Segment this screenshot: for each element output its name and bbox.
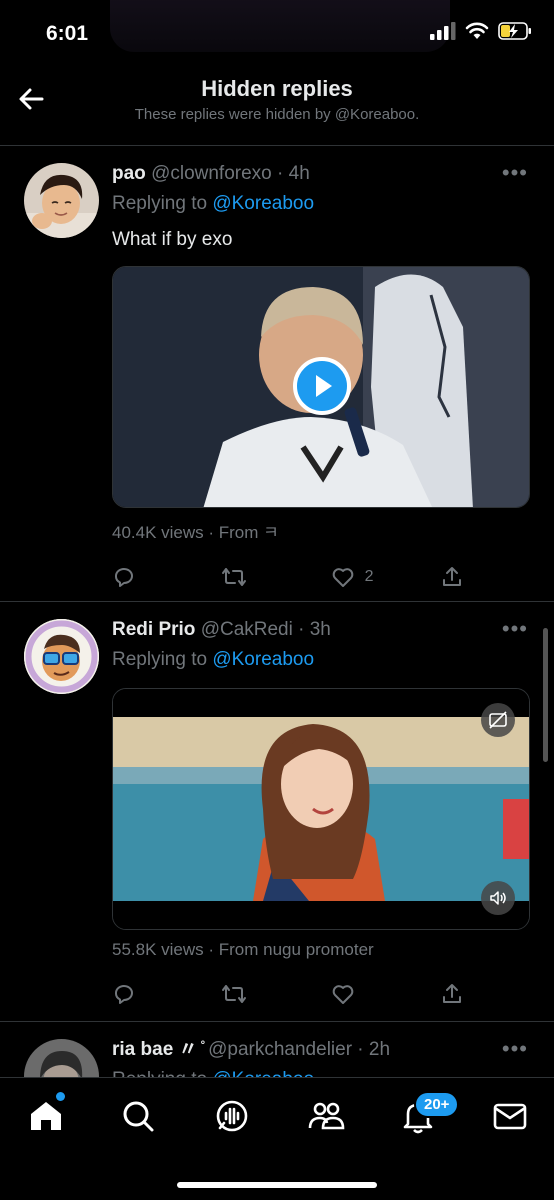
notifications-badge: 20+ [414, 1091, 460, 1118]
cellular-signal-icon [430, 22, 456, 40]
tweet[interactable]: ••• Redi Prio @CakRedi · 3h Replying to … [0, 602, 554, 1022]
home-icon[interactable] [26, 1096, 66, 1136]
retweet-action[interactable] [221, 565, 281, 589]
display-name[interactable]: ria bae [112, 1039, 173, 1060]
messages-envelope-icon[interactable] [490, 1096, 530, 1136]
avatar[interactable] [24, 163, 99, 238]
tweet-meta: pao @clownforexo · 4h [112, 162, 530, 186]
meta-separator: · [352, 1039, 369, 1060]
avatar-cartoon-icon [24, 619, 99, 694]
tweet-content: ria bae 〃 ̊ @parkchandelier · 2h Replyin… [112, 1038, 530, 1077]
status-time: 6:01 [46, 22, 89, 45]
like-action[interactable] [331, 982, 391, 1006]
avatar[interactable] [24, 619, 99, 694]
retweet-action[interactable] [221, 982, 281, 1006]
tweet-actions: 2 [112, 565, 464, 589]
avatar[interactable] [24, 1039, 99, 1077]
handle[interactable]: @parkchandelier [208, 1039, 352, 1060]
tweet-meta: ria bae 〃 ̊ @parkchandelier · 2h [112, 1038, 530, 1062]
communities-icon[interactable] [306, 1096, 346, 1136]
status-icons [430, 22, 532, 40]
bottom-tab-bar: 20+ [0, 1077, 554, 1200]
mention-link[interactable]: @Koreaboo [212, 649, 314, 670]
tweet[interactable]: ••• ria bae 〃 ̊ @parkchandelier · 2h Rep… [0, 1022, 554, 1077]
timestamp[interactable]: 4h [289, 163, 310, 184]
replying-to: Replying to @Koreaboo [112, 648, 530, 672]
page-title: Hidden replies [201, 76, 353, 101]
tweet-content: pao @clownforexo · 4h Replying to @Korea… [112, 162, 530, 589]
like-count: 2 [364, 568, 374, 585]
search-icon[interactable] [118, 1096, 158, 1136]
meta-separator: · [271, 163, 289, 184]
timestamp[interactable]: 2h [369, 1039, 390, 1060]
view-count[interactable]: 55.8K views · From nugu promoter [112, 940, 530, 960]
battery-charging-icon [498, 22, 531, 40]
play-icon [316, 375, 332, 397]
avatar-photo-icon [24, 1039, 99, 1077]
mention-link[interactable]: @Koreaboo [212, 193, 314, 214]
tweet-content: Redi Prio @CakRedi · 3h Replying to @Kor… [112, 618, 530, 1006]
reply-icon [115, 985, 133, 1004]
tweet-text: What if by exo [112, 229, 233, 250]
page-subtitle: These replies were hidden by @Koreaboo. [134, 106, 420, 123]
status-bar-backdrop [110, 0, 450, 52]
replying-prefix: Replying to [112, 1069, 212, 1077]
video-player[interactable] [112, 266, 530, 508]
display-name[interactable]: Redi Prio [112, 619, 195, 640]
share-icon [442, 984, 461, 1003]
replying-to: Replying to @Koreaboo [112, 1068, 530, 1077]
home-indicator[interactable] [177, 1182, 377, 1188]
share-action[interactable] [440, 565, 464, 589]
spaces-icon[interactable] [212, 1096, 252, 1136]
replying-prefix: Replying to [112, 193, 213, 214]
reply-icon [115, 568, 133, 587]
status-bar: 6:01 [0, 0, 554, 70]
scroll-indicator[interactable] [543, 628, 548, 762]
play-button[interactable] [293, 357, 351, 415]
volume-button[interactable] [481, 881, 515, 915]
captions-off-icon [489, 711, 507, 729]
video-player[interactable] [112, 688, 530, 930]
timestamp[interactable]: 3h [310, 619, 331, 640]
like-action[interactable]: 2 [331, 565, 391, 589]
home-unread-dot [56, 1092, 65, 1101]
replying-to: Replying to @Koreaboo [112, 192, 530, 216]
tweet[interactable]: ••• pao @clownforexo · 4h Replying to @K… [0, 146, 554, 602]
display-name[interactable]: pao [112, 163, 146, 184]
share-icon [442, 567, 461, 586]
display-name-suffix: 〃 ̊ [178, 1039, 203, 1060]
share-action[interactable] [440, 982, 464, 1006]
handle[interactable]: @CakRedi [201, 619, 293, 640]
page-header: Hidden replies These replies were hidden… [0, 70, 554, 146]
hidden-replies-timeline[interactable]: ••• pao @clownforexo · 4h Replying to @K… [0, 146, 554, 1077]
heart-icon [332, 568, 353, 587]
replying-prefix: Replying to [112, 649, 213, 670]
reply-action[interactable] [112, 565, 172, 589]
reply-action[interactable] [112, 982, 172, 1006]
tweet-meta: Redi Prio @CakRedi · 3h [112, 618, 530, 642]
tweet-actions [112, 982, 464, 1006]
view-count[interactable]: 40.4K views · From ㅋ [112, 518, 530, 543]
avatar-photo-icon [24, 163, 99, 238]
mention-link[interactable]: @Koreaboo [212, 1069, 314, 1077]
captions-off-button[interactable] [481, 703, 515, 737]
handle[interactable]: @clownforexo [151, 163, 272, 184]
heart-icon [332, 985, 353, 1004]
meta-separator: · [292, 619, 310, 640]
speaker-icon [490, 891, 506, 905]
wifi-icon [465, 22, 489, 39]
retweet-icon [222, 568, 247, 586]
video-frame [113, 689, 529, 929]
retweet-icon [222, 985, 247, 1003]
